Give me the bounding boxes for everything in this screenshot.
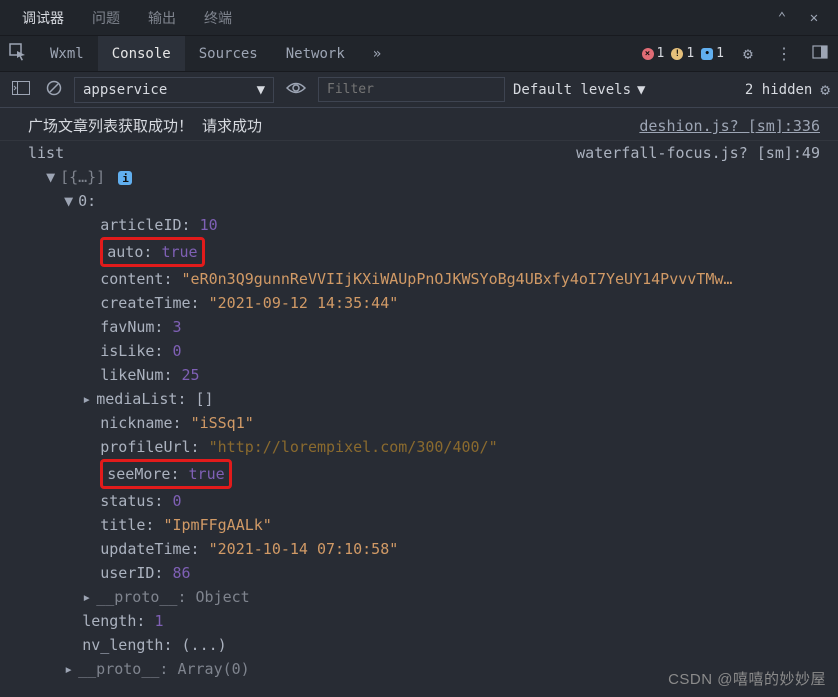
log-level-label: Default levels: [513, 82, 631, 98]
prop-row[interactable]: nickname: "iSSq1": [28, 411, 820, 435]
filter-input[interactable]: [318, 77, 505, 102]
dock-side-icon[interactable]: [802, 44, 838, 64]
tab-overflow[interactable]: »: [359, 36, 395, 71]
prop-row[interactable]: title: "IpmFFgAALk": [28, 513, 820, 537]
chevron-down-icon: ▼: [637, 82, 645, 98]
console-toolbar: appservice ▼ Default levels ▼ 2 hidden ⚙: [0, 72, 838, 108]
settings-gear-icon[interactable]: ⚙: [730, 44, 766, 63]
error-dot-icon: ×: [642, 48, 654, 60]
tab-network[interactable]: Network: [272, 36, 359, 71]
prop-row[interactable]: favNum: 3: [28, 315, 820, 339]
info-dot-icon: •: [701, 48, 713, 60]
array-index-row[interactable]: ▼0:: [28, 189, 820, 213]
prop-row[interactable]: profileUrl: "http://lorempixel.com/300/4…: [28, 435, 820, 459]
status-counters[interactable]: ×1 !1 •1: [636, 46, 730, 61]
close-icon[interactable]: ✕: [798, 10, 830, 26]
log-level-selector[interactable]: Default levels ▼: [513, 82, 645, 98]
prop-row[interactable]: content: "eR0n3Q9gunnReVVIIjKXiWAUpPnOJK…: [28, 267, 820, 291]
kebab-menu-icon[interactable]: ⋮: [766, 44, 802, 63]
watermark-text: CSDN @嘻嘻的妙妙屋: [668, 668, 826, 689]
proto-row[interactable]: ▸__proto__: Object: [28, 585, 820, 609]
tab-wxml[interactable]: Wxml: [36, 36, 98, 71]
chevron-down-icon: ▼: [257, 82, 265, 98]
nvlength-row[interactable]: nv_length: (...): [28, 633, 820, 657]
prop-row-auto[interactable]: auto: true: [28, 237, 820, 267]
log-message-text: 广场文章列表获取成功！ 请求成功: [28, 114, 262, 138]
console-messages: 广场文章列表获取成功！ 请求成功 deshion.js? [sm]:336 li…: [0, 108, 838, 681]
object-root-label[interactable]: list: [28, 141, 64, 165]
prop-row[interactable]: userID: 86: [28, 561, 820, 585]
console-object-tree: list waterfall-focus.js? [sm]:49 ▼[{…}] …: [0, 141, 838, 681]
prop-row-seemore[interactable]: seeMore: true: [28, 459, 820, 489]
log-source-link[interactable]: deshion.js? [sm]:336: [639, 114, 820, 138]
warning-dot-icon: !: [671, 48, 683, 60]
chevron-up-icon[interactable]: ⌃: [766, 10, 798, 26]
prop-row[interactable]: articleID: 10: [28, 213, 820, 237]
top-tab-problems[interactable]: 问题: [78, 0, 134, 35]
inspect-element-icon[interactable]: [0, 43, 36, 65]
live-expression-eye-icon[interactable]: [282, 80, 310, 99]
error-count: 1: [657, 46, 665, 61]
top-tab-terminal[interactable]: 终端: [190, 0, 246, 35]
hidden-count[interactable]: 2 hidden: [745, 82, 812, 98]
devtools-tab-bar: Wxml Console Sources Network » ×1 !1 •1 …: [0, 36, 838, 72]
top-tab-bar: 调试器 问题 输出 终端 ⌃ ✕: [0, 0, 838, 36]
clear-console-icon[interactable]: [42, 80, 66, 100]
context-label: appservice: [83, 82, 167, 98]
context-selector[interactable]: appservice ▼: [74, 77, 274, 103]
prop-row[interactable]: likeNum: 25: [28, 363, 820, 387]
warning-count: 1: [686, 46, 694, 61]
prop-row[interactable]: status: 0: [28, 489, 820, 513]
console-settings-gear-icon[interactable]: ⚙: [820, 80, 830, 99]
prop-row-medialist[interactable]: ▸mediaList: []: [28, 387, 820, 411]
info-badge-icon[interactable]: [118, 171, 132, 185]
console-log-row: 广场文章列表获取成功！ 请求成功 deshion.js? [sm]:336: [0, 112, 838, 141]
tab-sources[interactable]: Sources: [185, 36, 272, 71]
prop-row[interactable]: isLike: 0: [28, 339, 820, 363]
prop-row[interactable]: createTime: "2021-09-12 14:35:44": [28, 291, 820, 315]
prop-row[interactable]: updateTime: "2021-10-14 07:10:58": [28, 537, 820, 561]
array-preview-row[interactable]: ▼[{…}]: [28, 165, 820, 189]
tab-console[interactable]: Console: [98, 36, 185, 71]
top-tab-debugger[interactable]: 调试器: [8, 0, 78, 35]
top-tab-output[interactable]: 输出: [134, 0, 190, 35]
log-source-link[interactable]: waterfall-focus.js? [sm]:49: [576, 141, 820, 165]
info-count: 1: [716, 46, 724, 61]
console-sidebar-toggle-icon[interactable]: [8, 80, 34, 99]
length-row[interactable]: length: 1: [28, 609, 820, 633]
